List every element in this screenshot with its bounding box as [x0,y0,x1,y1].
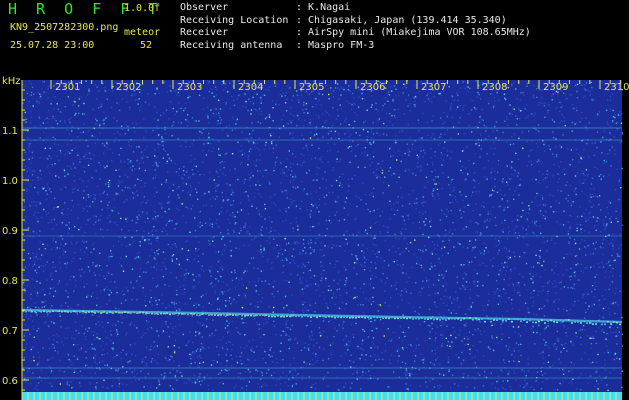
y-tick-label: 1.0 [2,176,18,187]
y-tick-label: 0.8 [2,276,18,287]
x-tick-label: 2306 [360,82,385,93]
y-tick-label: 0.9 [2,226,18,237]
y-tick-label: 0.6 [2,376,18,387]
info-row-observer: Observer: K.Nagai [180,2,351,13]
observation-info: Observer: K.Nagai Receiving Location: Ch… [180,2,531,52]
x-tick-label: 2305 [299,82,324,93]
x-tick-label: 2309 [543,82,568,93]
info-row-receiver: Receiver: AirSpy mini (Miakejima VOR 108… [180,27,531,38]
y-unit-label: kHz [2,76,21,87]
spectrogram-panel: 2301 2302 2303 2304 2305 2306 2307 2308 2309 2310… [0,76,629,400]
x-tick-label: 2308 [482,82,507,93]
y-tick-label: 1.1 [2,126,18,137]
info-row-location: Receiving Location: Chigasaki, Japan (13… [180,14,507,26]
x-tick-label: 2303 [177,82,202,93]
x-tick-label: 2310 [604,82,629,93]
x-tick-label: 2304 [238,82,263,93]
info-row-antenna: Receiving antenna: Maspro FM-3 [180,39,375,51]
meteor-count: 52 [140,40,153,51]
version-label: 1.0.0f [124,3,161,14]
header-panel: H R O F F T 1.0.0f KN9_2507282300.png me… [0,0,629,76]
meteor-label: meteor [124,27,161,38]
filename-label: KN9_2507282300.png [10,22,119,33]
x-tick-label: 2302 [116,82,141,93]
spectrogram: 2301 2302 2303 2304 2305 2306 2307 2308 2309 2310… [2,76,629,400]
x-tick-label: 2301 [55,82,80,93]
datetime-label: 25.07.28 23:00 [10,40,95,51]
x-tick-label: 2307 [421,82,446,93]
y-tick-label: 0.7 [2,326,18,337]
